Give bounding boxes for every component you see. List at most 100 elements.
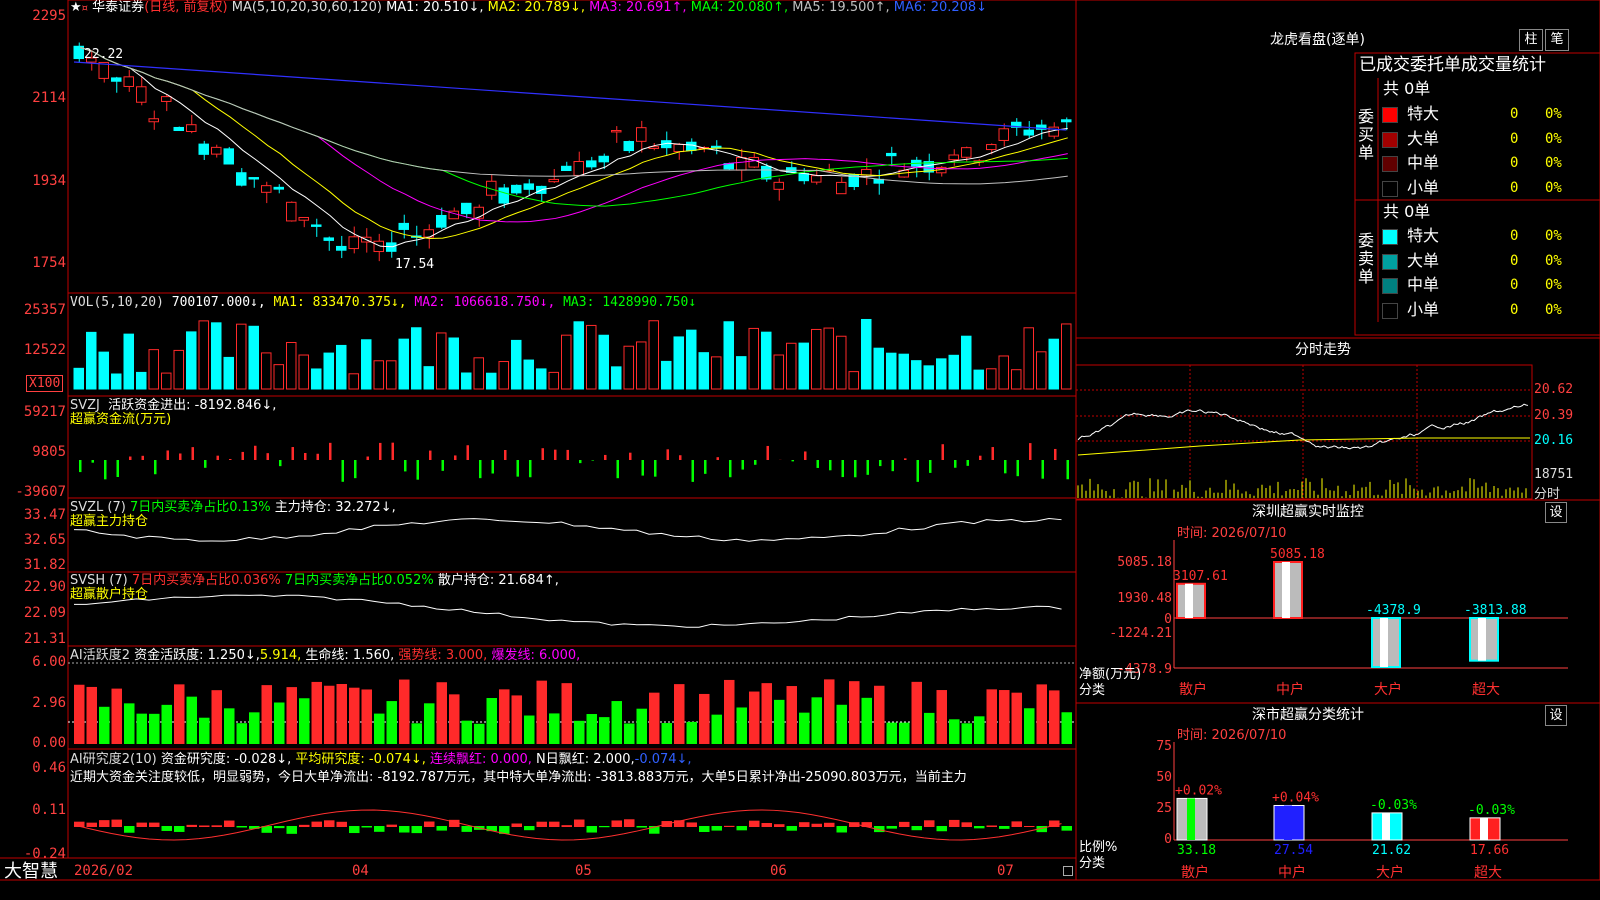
volume-bar: [336, 344, 347, 390]
classify-settings-button[interactable]: 设: [1545, 705, 1567, 726]
svsh-title: SVSH (7): [70, 573, 128, 588]
svsh-position: 散户持仓: 21.684↑,: [437, 573, 559, 588]
svzj-value: 活跃资金进出: -8192.846↓,: [108, 398, 277, 413]
research-bar: [911, 826, 922, 831]
vol-unit-badge: X100: [26, 375, 64, 392]
activity-bar: [974, 716, 985, 744]
volume-bar: [498, 361, 509, 390]
sell-swatch: [1382, 229, 1398, 245]
sell-row-value: 0: [1510, 277, 1519, 293]
volume-bar: [198, 320, 209, 390]
volume-bar: [1048, 338, 1059, 390]
research-bar: [936, 826, 947, 832]
date-tick: 07: [997, 863, 1014, 879]
sell-row-label: 特大: [1407, 226, 1440, 245]
volume-bar: [648, 320, 659, 390]
volume-bar: [348, 373, 359, 390]
candle: [398, 222, 409, 230]
activity-bar: [574, 720, 585, 744]
activity-bar: [174, 684, 185, 744]
buy-row-value: 0: [1510, 155, 1519, 171]
volume-bar: [361, 339, 372, 390]
activity-bar: [1024, 708, 1035, 744]
flag-icon[interactable]: ¤: [82, 3, 88, 14]
period-label[interactable]: (日线, 前复权): [144, 0, 227, 15]
classify-change-label: -0.03%: [1468, 803, 1515, 818]
high-price-label: 22.22: [84, 47, 124, 62]
activity-bar: [599, 717, 610, 744]
candle: [248, 177, 259, 180]
buy-row-label: 中单: [1407, 153, 1440, 172]
research-bar: [686, 822, 697, 827]
volume-bar: [411, 327, 422, 390]
volume-bar: [823, 327, 834, 390]
volume-bar: [161, 372, 172, 390]
intraday-tick: 20.39: [1534, 408, 1574, 423]
activity-bar: [949, 719, 960, 744]
research-bar: [436, 826, 447, 831]
activity-bar: [374, 713, 385, 744]
research-bar: [636, 826, 647, 828]
volume-bar: [798, 342, 809, 390]
research-bar: [136, 822, 147, 827]
volume-bar: [961, 335, 972, 390]
classify-category-label: 超大: [1474, 865, 1502, 881]
svzl-position: 主力持仓: 32.272↓,: [274, 500, 396, 515]
activity-bar: [636, 708, 647, 744]
sell-row-pct: 0%: [1545, 277, 1562, 293]
activity-bar: [324, 685, 335, 744]
lhb-tabs[interactable]: 已成交委托单成交量统计: [1359, 55, 1546, 75]
activity-bar: [299, 698, 310, 744]
classify-y-tick: 25: [1156, 801, 1172, 816]
volume-bar: [836, 335, 847, 390]
volume-bar: [211, 322, 222, 390]
buy-row-label: 小单: [1407, 177, 1440, 197]
research-bar: [511, 823, 522, 827]
monitor-time: 时间: 2026/07/10: [1177, 526, 1287, 541]
research-bar: [999, 826, 1010, 829]
candle: [323, 237, 334, 241]
activity-bar: [886, 722, 897, 744]
monitor-settings-button[interactable]: 设: [1545, 502, 1567, 523]
volume-bar: [761, 331, 772, 390]
activity-bar: [136, 713, 147, 744]
volume-bar: [598, 334, 609, 390]
classify-title: 深市超赢分类统计: [1252, 707, 1364, 723]
buy-row-label: 大单: [1407, 128, 1440, 148]
research-bar: [624, 819, 635, 827]
svzj-title: SVZJ: [70, 398, 100, 413]
activity-bar: [261, 685, 272, 744]
date-tick: 04: [352, 863, 369, 879]
activity-bar: [99, 706, 110, 744]
volume-bar: [286, 341, 297, 390]
candle: [948, 154, 959, 161]
lock-icon[interactable]: [1063, 866, 1073, 876]
activity-bar: [674, 684, 685, 744]
bar-mode-button[interactable]: 柱: [1519, 29, 1543, 51]
sell-row-pct: 0%: [1545, 228, 1562, 244]
brand-label[interactable]: 大智慧: [4, 861, 58, 883]
tick-mode-button[interactable]: 笔: [1545, 29, 1569, 51]
activity-bar: [1036, 684, 1047, 744]
ai-research-avg: 平均研究度: -0.074↓,: [295, 752, 426, 767]
volume-bar: [486, 372, 497, 390]
activity-bar: [549, 713, 560, 744]
classify-value-label: 33.18: [1177, 843, 1216, 858]
research-bar: [724, 825, 735, 827]
activity-bar: [311, 681, 322, 744]
candle: [236, 172, 247, 186]
volume-bar: [973, 369, 984, 390]
buy-row-pct: 0%: [1545, 130, 1562, 147]
svsh-ratio-2: 7日内买卖净占比0.052%: [284, 573, 434, 588]
volume-bar: [936, 358, 947, 390]
candle: [561, 165, 572, 172]
buy-row-value: 0: [1510, 130, 1519, 147]
activity-bar: [486, 698, 497, 744]
volume-bar: [523, 359, 534, 390]
classify-bar-highlight: [1187, 798, 1195, 840]
volume-bar: [748, 327, 759, 390]
buy-row-value: 0: [1510, 106, 1519, 122]
buy-row-pct: 0%: [1545, 179, 1562, 196]
ma5-value: MA5: 19.500↑,: [792, 0, 890, 15]
star-icon[interactable]: ★: [70, 0, 82, 15]
